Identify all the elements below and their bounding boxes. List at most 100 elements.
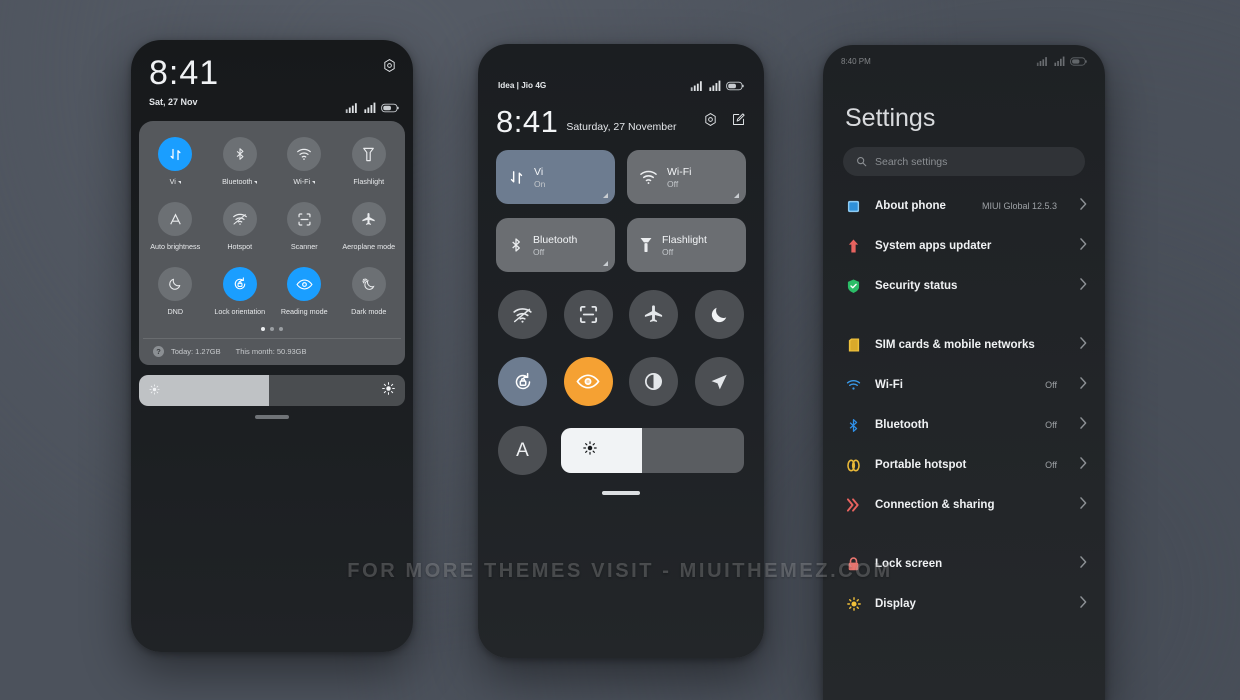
settings-item-bluetooth[interactable]: Bluetooth Off bbox=[823, 405, 1105, 445]
settings-item-wifi[interactable]: Wi-Fi Off bbox=[823, 365, 1105, 405]
signal-bars-icon-1 bbox=[345, 103, 357, 113]
phone2-clock: 8:41 bbox=[496, 104, 559, 139]
tile-label: DND bbox=[167, 307, 184, 316]
chevron-expand-icon[interactable] bbox=[603, 193, 608, 199]
settings-list: About phone MIUI Global 12.5.3 System ap… bbox=[823, 176, 1105, 624]
tile-label: Flashlight bbox=[353, 177, 385, 186]
settings-item-security-status[interactable]: Security status bbox=[823, 266, 1105, 306]
tile-label: Scanner bbox=[290, 242, 318, 251]
scanner-icon bbox=[287, 202, 322, 236]
phone2-brightness-slider[interactable] bbox=[561, 428, 744, 474]
settings-item-label: Security status bbox=[875, 280, 958, 292]
tile-vi[interactable]: Vi bbox=[143, 131, 208, 194]
tile-flashlight[interactable]: Flashlight bbox=[337, 131, 402, 194]
settings-gear-icon[interactable] bbox=[382, 58, 397, 78]
tile-wifi[interactable]: Wi-Fi Off bbox=[627, 150, 746, 205]
tile-vi[interactable]: Vi On bbox=[496, 150, 615, 205]
tile-label: Vi bbox=[169, 177, 176, 186]
battery-icon bbox=[381, 103, 399, 112]
tile-contrast[interactable] bbox=[629, 357, 679, 407]
search-input[interactable]: Search settings bbox=[843, 147, 1085, 176]
tile-aeroplane-mode[interactable]: Aeroplane mode bbox=[337, 196, 402, 259]
tile-lock-orientation[interactable] bbox=[498, 357, 547, 407]
phone1-page-indicator[interactable] bbox=[143, 324, 401, 338]
phone3-status-time: 8:40 PM bbox=[841, 56, 871, 66]
brightness-fill bbox=[561, 428, 642, 474]
dark-mode-icon bbox=[351, 267, 386, 301]
tile-title: Wi-Fi bbox=[667, 165, 692, 178]
tile-wifi[interactable]: Wi-Fi bbox=[272, 131, 337, 194]
settings-item-value: Off bbox=[1045, 420, 1057, 430]
chevron-right-icon bbox=[1080, 456, 1087, 474]
tile-dnd[interactable] bbox=[694, 290, 744, 340]
tile-scanner[interactable]: Scanner bbox=[272, 196, 337, 259]
brightness-low-icon bbox=[149, 382, 160, 400]
signal-bars-icon-2 bbox=[364, 102, 376, 113]
location-icon bbox=[712, 374, 728, 390]
settings-group-divider bbox=[823, 525, 1105, 544]
settings-item-portable-hotspot[interactable]: Portable hotspot Off bbox=[823, 445, 1105, 485]
moon-icon bbox=[158, 267, 193, 301]
settings-item-value: MIUI Global 12.5.3 bbox=[981, 201, 1057, 211]
tile-flashlight[interactable]: Flashlight Off bbox=[627, 218, 746, 273]
help-icon[interactable]: ? bbox=[153, 346, 164, 357]
phone2-circle-row-1 bbox=[478, 272, 764, 340]
signal-bars-icon-1 bbox=[690, 81, 702, 91]
tile-reading-mode[interactable] bbox=[563, 357, 613, 407]
tile-aeroplane-mode[interactable] bbox=[629, 290, 679, 340]
hotspot-link-icon bbox=[845, 457, 862, 474]
tile-reading-mode[interactable]: Reading mode bbox=[272, 261, 337, 324]
tile-dnd[interactable]: DND bbox=[143, 261, 208, 324]
tile-scanner[interactable] bbox=[563, 290, 613, 340]
phone2-big-tile-row-1: Vi On Wi-Fi Off bbox=[478, 136, 764, 205]
settings-item-label: About phone bbox=[875, 200, 946, 212]
phone-1-control-center: 8:41 Sat, 27 Nov Vi Bluetooth Wi-Fi Flas… bbox=[131, 40, 413, 652]
moon-icon bbox=[712, 307, 727, 323]
phone-2-control-center: Idea | Jio 4G 8:41 Saturday, 27 November bbox=[478, 44, 764, 658]
flashlight-icon bbox=[351, 137, 386, 171]
tile-auto-brightness[interactable]: Auto brightness bbox=[143, 196, 208, 259]
phone1-clock: 8:41 bbox=[149, 54, 220, 92]
hotspot-icon bbox=[513, 308, 532, 323]
search-placeholder: Search settings bbox=[875, 155, 948, 168]
tile-hotspot[interactable]: Hotspot bbox=[208, 196, 273, 259]
settings-item-about-phone[interactable]: About phone MIUI Global 12.5.3 bbox=[823, 186, 1105, 226]
phone1-brightness-slider[interactable] bbox=[139, 375, 405, 406]
hotspot-icon bbox=[222, 202, 257, 236]
edit-icon[interactable] bbox=[731, 112, 746, 132]
settings-gear-icon[interactable] bbox=[703, 112, 718, 132]
chevron-right-icon bbox=[1080, 197, 1087, 215]
chevron-right-icon bbox=[1080, 555, 1087, 573]
settings-item-display[interactable]: Display bbox=[823, 584, 1105, 624]
phone2-header-actions bbox=[703, 112, 746, 136]
carrier-label: Idea | Jio 4G bbox=[498, 81, 547, 90]
phone-3-settings: 8:40 PM Settings Search settings About p… bbox=[823, 45, 1105, 700]
settings-item-label: Connection & sharing bbox=[875, 499, 995, 511]
chevron-expand-icon[interactable] bbox=[734, 193, 739, 199]
signal-bars-icon-1 bbox=[1036, 57, 1047, 66]
tile-bluetooth[interactable]: Bluetooth bbox=[208, 131, 273, 194]
scanner-icon bbox=[579, 306, 597, 324]
tile-location[interactable] bbox=[694, 357, 744, 407]
tile-label: Reading mode bbox=[280, 307, 328, 316]
settings-group-divider bbox=[823, 306, 1105, 325]
chevron-right-icon bbox=[1080, 336, 1087, 354]
settings-item-lock-screen[interactable]: Lock screen bbox=[823, 544, 1105, 584]
settings-item-connection-sharing[interactable]: Connection & sharing bbox=[823, 485, 1105, 525]
tile-dark-mode[interactable]: Dark mode bbox=[337, 261, 402, 324]
phone2-circle-row-2 bbox=[478, 339, 764, 407]
settings-item-system-apps-updater[interactable]: System apps updater bbox=[823, 226, 1105, 266]
page-title: Settings bbox=[845, 104, 936, 132]
shield-check-icon bbox=[845, 278, 862, 295]
phone1-quick-settings-panel: Vi Bluetooth Wi-Fi Flashlight Auto brigh… bbox=[139, 121, 405, 365]
chevron-expand-icon[interactable] bbox=[603, 261, 608, 267]
settings-item-sim-cards[interactable]: SIM cards & mobile networks bbox=[823, 325, 1105, 365]
tile-lock-orientation[interactable]: Lock orientation bbox=[208, 261, 273, 324]
tile-label: Auto brightness bbox=[150, 242, 201, 251]
tile-hotspot[interactable] bbox=[498, 290, 547, 340]
tile-label: Dark mode bbox=[351, 307, 387, 316]
data-usage-bar[interactable]: ? Today: 1.27GB This month: 50.93GB bbox=[143, 338, 401, 365]
battery-icon bbox=[726, 81, 744, 90]
auto-brightness-button[interactable]: A bbox=[498, 426, 547, 476]
tile-bluetooth[interactable]: Bluetooth Off bbox=[496, 218, 615, 273]
